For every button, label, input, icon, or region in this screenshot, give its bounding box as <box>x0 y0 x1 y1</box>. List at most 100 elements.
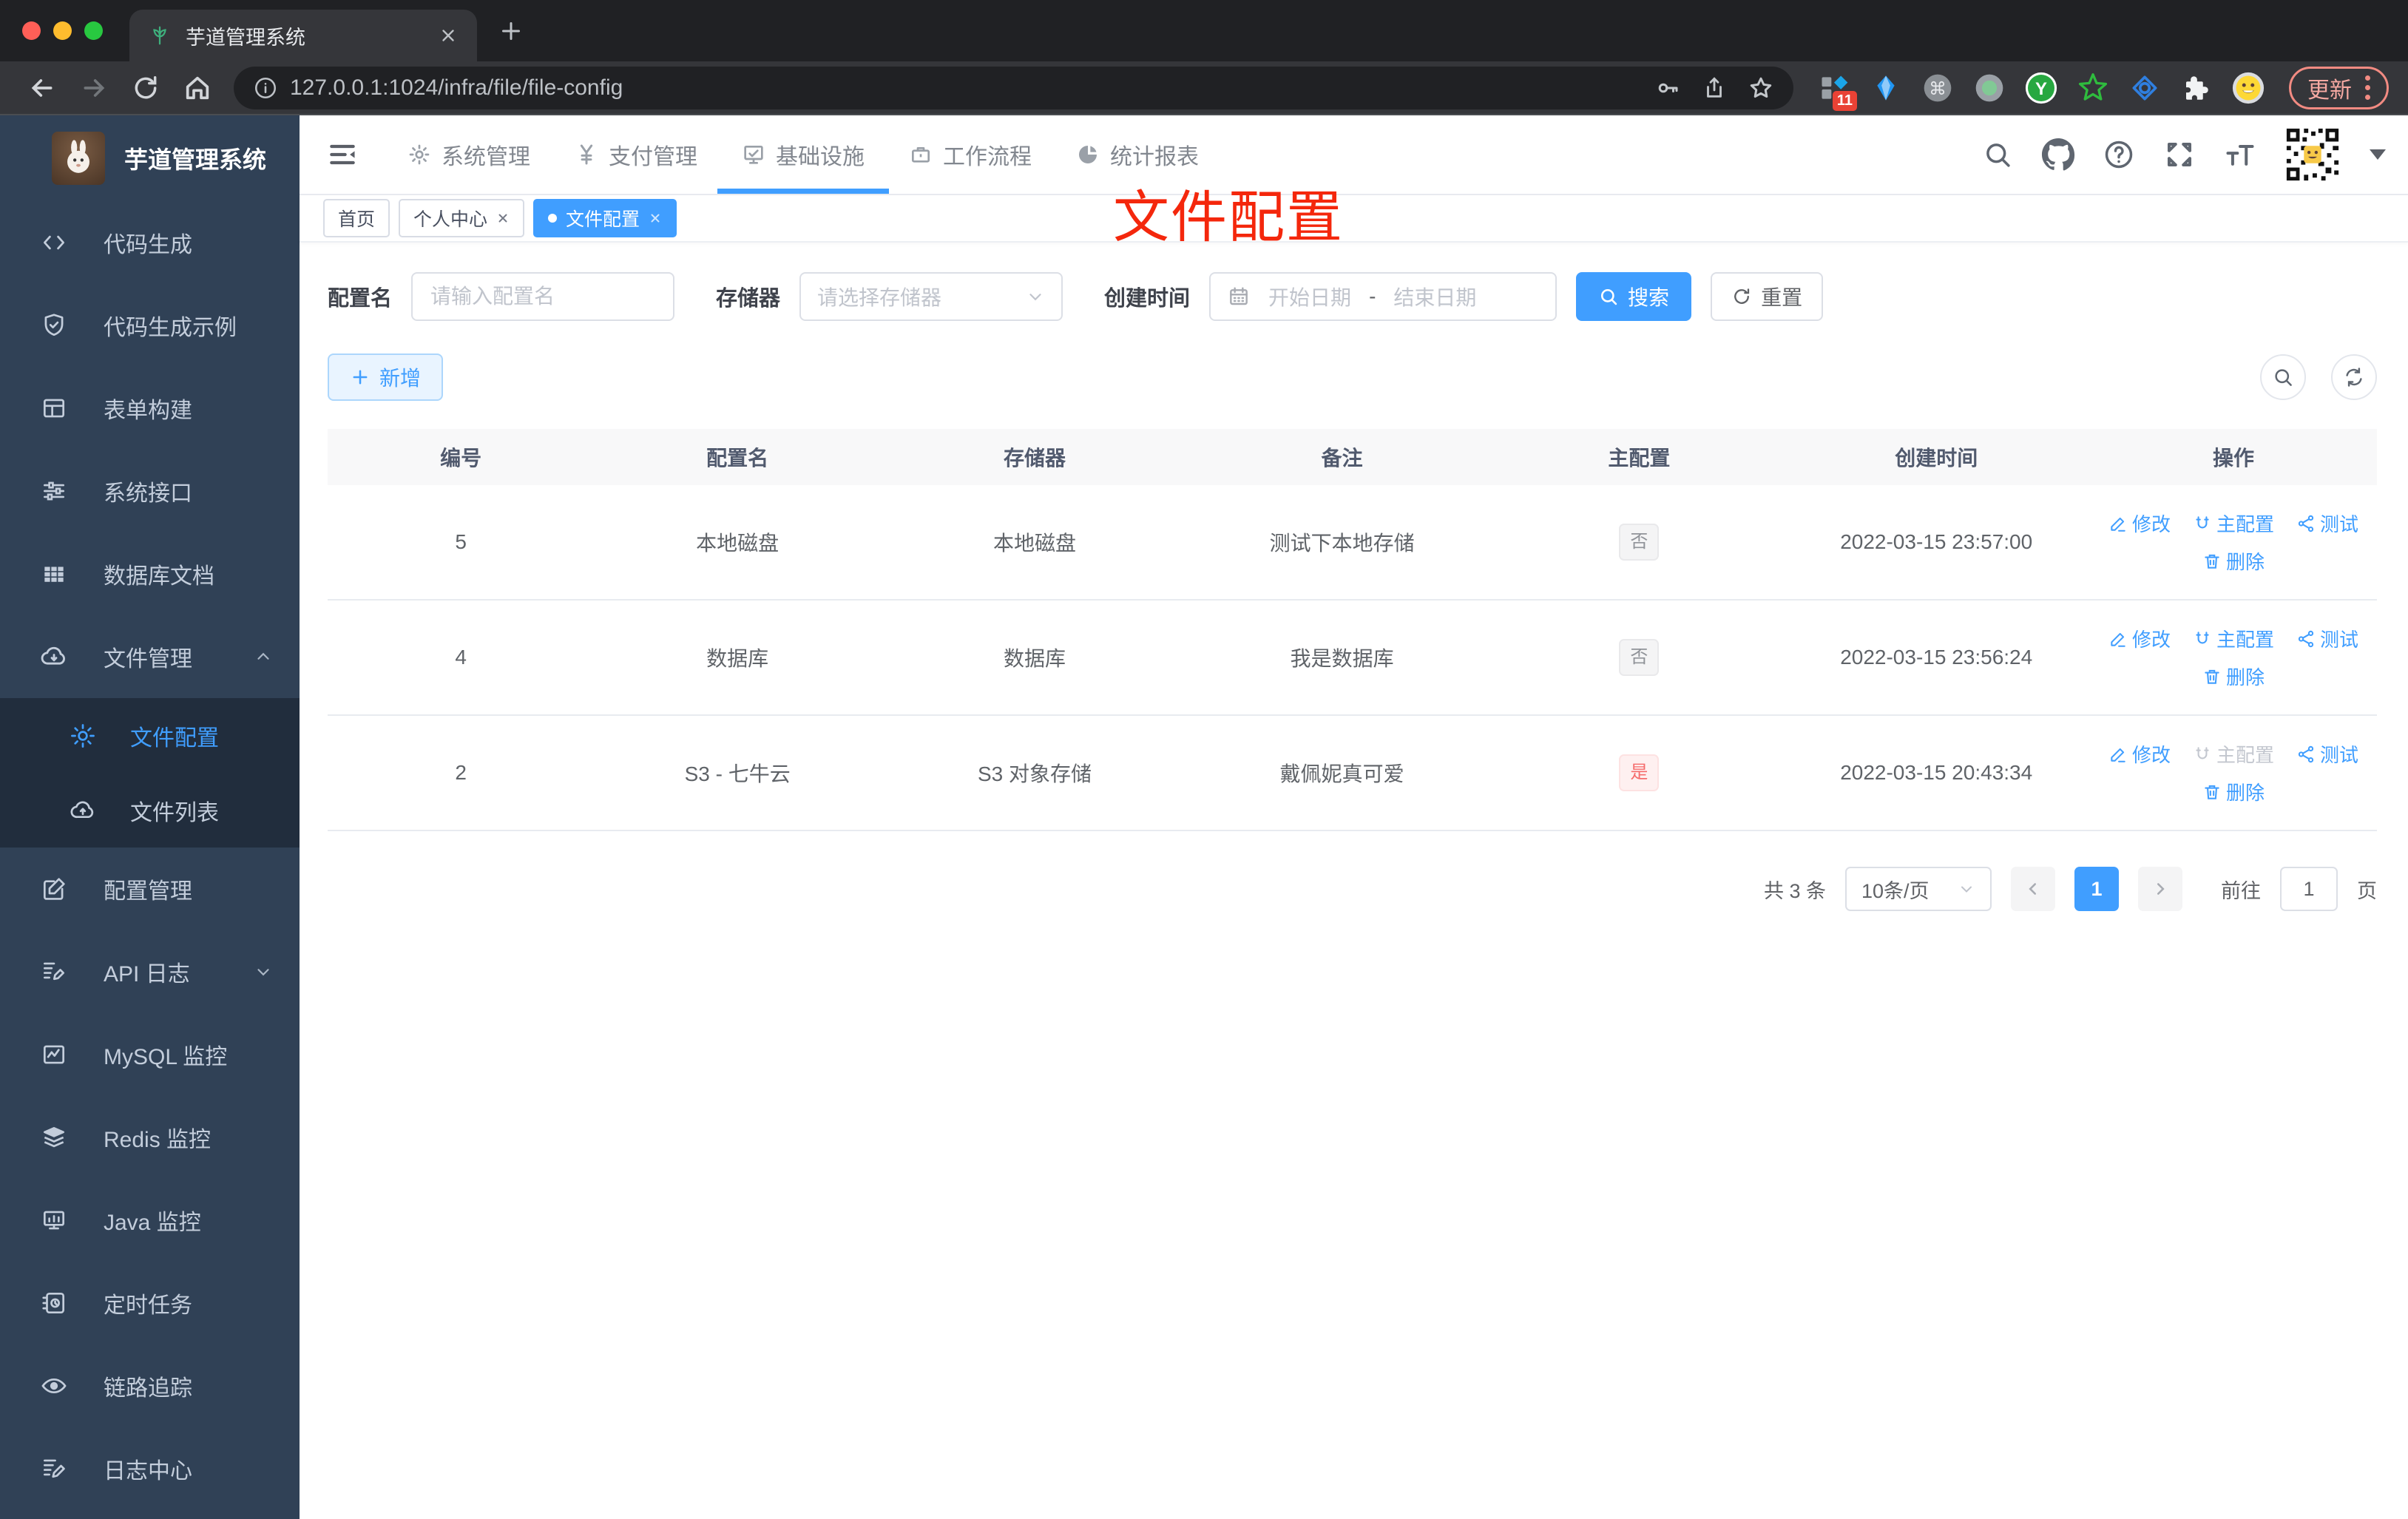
user-avatar-qr[interactable] <box>2284 126 2341 183</box>
sidebar-item-file-management[interactable]: 文件管理 <box>0 615 300 698</box>
add-button-label: 新增 <box>379 367 422 390</box>
gear-icon <box>68 721 98 751</box>
search-button[interactable]: 搜索 <box>1576 272 1692 321</box>
site-info-icon[interactable] <box>253 75 278 101</box>
layers-icon <box>38 1122 70 1153</box>
browser-tab[interactable]: 芋道管理系统 <box>129 10 477 61</box>
tag-close-icon[interactable] <box>496 212 510 225</box>
date-range-picker[interactable]: 开始日期 - 结束日期 <box>1209 272 1558 321</box>
back-icon[interactable] <box>19 65 65 111</box>
test-action[interactable]: 测试 <box>2296 740 2358 768</box>
menu-infrastructure[interactable]: 基础设施 <box>720 115 887 194</box>
url-text[interactable]: 127.0.0.1:1024/infra/file/file-config <box>290 75 1643 101</box>
avatar-dropdown-caret-icon[interactable] <box>2370 149 2386 160</box>
sidebar-item-code-example[interactable]: 代码生成示例 <box>0 284 300 367</box>
tag-file-config[interactable]: 文件配置 <box>533 199 677 237</box>
profile-smiley-avatar[interactable] <box>2231 71 2265 105</box>
forward-icon[interactable] <box>71 65 117 111</box>
extension-kite-icon[interactable] <box>1869 71 1903 105</box>
search-icon[interactable] <box>1981 138 2015 172</box>
share-icon[interactable] <box>1702 75 1727 101</box>
cell-created: 2022-03-15 20:43:34 <box>1840 761 2033 784</box>
edit-action[interactable]: 修改 <box>2108 510 2171 537</box>
cloud-download-icon <box>38 641 70 672</box>
sidebar-item-api-log[interactable]: API 日志 <box>0 930 300 1013</box>
sidebar-item-java-monitor[interactable]: Java 监控 <box>0 1179 300 1262</box>
extension-green-dot-icon[interactable] <box>1972 71 2006 105</box>
prev-page-button[interactable] <box>2011 867 2055 911</box>
storage-select[interactable]: 请选择存储器 <box>799 272 1063 321</box>
extension-star-outline-icon[interactable] <box>2076 71 2110 105</box>
font-size-icon[interactable] <box>2223 138 2257 172</box>
help-icon[interactable] <box>2102 138 2136 172</box>
test-action[interactable]: 测试 <box>2296 625 2358 652</box>
window-controls[interactable] <box>22 21 103 40</box>
edit-action[interactable]: 修改 <box>2108 625 2171 652</box>
cell-name: S3 - 七牛云 <box>684 762 791 785</box>
sidebar-item-redis-monitor[interactable]: Redis 监控 <box>0 1096 300 1179</box>
sidebar-item-log-center[interactable]: 日志中心 <box>0 1427 300 1510</box>
tab-close-icon[interactable] <box>439 26 458 45</box>
extension-command-icon[interactable]: ⌘ <box>1921 71 1955 105</box>
col-header-master: 主配置 <box>1608 447 1671 470</box>
delete-action[interactable]: 删除 <box>2202 663 2265 690</box>
refresh-table-button[interactable] <box>2331 354 2377 400</box>
config-name-input[interactable] <box>411 272 675 321</box>
current-page-button[interactable]: 1 <box>2074 867 2119 911</box>
close-window-button[interactable] <box>22 21 41 40</box>
extension-puzzle-icon[interactable] <box>2179 71 2213 105</box>
master-action[interactable]: 主配置 <box>2193 510 2274 537</box>
app-logo[interactable]: 芋道管理系统 <box>0 115 300 201</box>
bookmark-star-icon[interactable] <box>1748 75 1774 101</box>
github-icon[interactable] <box>2041 138 2075 172</box>
reload-icon[interactable] <box>123 65 169 111</box>
cell-created: 2022-03-15 23:57:00 <box>1840 530 2033 553</box>
browser-menu-icon[interactable] <box>2365 75 2370 100</box>
annotation-file-config: 文件配置 <box>1113 186 1344 249</box>
password-key-icon[interactable] <box>1654 75 1681 101</box>
edit-action[interactable]: 修改 <box>2108 740 2171 768</box>
sidebar-collapse-icon[interactable] <box>322 134 363 175</box>
reset-button[interactable]: 重置 <box>1711 272 1824 321</box>
config-name-label: 配置名 <box>328 287 393 311</box>
sidebar-item-tracing[interactable]: 链路追踪 <box>0 1344 300 1427</box>
menu-system-management[interactable]: 系统管理 <box>385 115 552 194</box>
extension-eye-circles-icon[interactable] <box>2128 71 2162 105</box>
cell-id: 5 <box>455 530 467 553</box>
sidebar-item-system-api[interactable]: 系统接口 <box>0 450 300 532</box>
browser-update-button[interactable]: 更新 <box>2289 66 2389 109</box>
fullscreen-icon[interactable] <box>2162 138 2196 172</box>
sidebar-item-label: 文件列表 <box>130 800 219 825</box>
tag-home[interactable]: 首页 <box>323 199 390 237</box>
sidebar-item-file-list[interactable]: 文件列表 <box>0 773 300 848</box>
tag-profile[interactable]: 个人中心 <box>399 199 525 237</box>
next-page-button[interactable] <box>2138 867 2182 911</box>
delete-action[interactable]: 删除 <box>2202 778 2265 805</box>
add-button[interactable]: 新增 <box>328 353 444 401</box>
minimize-window-button[interactable] <box>53 21 72 40</box>
goto-page-input[interactable] <box>2280 867 2338 911</box>
sidebar-item-scheduled-tasks[interactable]: 定时任务 <box>0 1262 300 1344</box>
menu-workflow[interactable]: 工作流程 <box>887 115 1054 194</box>
sidebar-item-config-management[interactable]: 配置管理 <box>0 848 300 930</box>
sidebar-item-db-doc[interactable]: 数据库文档 <box>0 532 300 615</box>
home-icon[interactable] <box>175 65 220 111</box>
form-icon <box>38 393 70 424</box>
menu-payment-management[interactable]: 支付管理 <box>552 115 720 194</box>
address-bar[interactable]: 127.0.0.1:1024/infra/file/file-config <box>234 66 1793 109</box>
delete-action[interactable]: 删除 <box>2202 547 2265 575</box>
page-size-select[interactable]: 10条/页 <box>1845 867 1992 911</box>
extension-tampermonkey-icon[interactable]: 11 <box>1817 71 1857 111</box>
maximize-window-button[interactable] <box>84 21 103 40</box>
tag-close-icon[interactable] <box>649 212 662 225</box>
sidebar-item-file-config[interactable]: 文件配置 <box>0 698 300 773</box>
toggle-search-button[interactable] <box>2260 354 2306 400</box>
extension-y-icon[interactable]: Y <box>2024 71 2058 105</box>
cell-remark: 测试下本地存储 <box>1269 532 1415 555</box>
sidebar-item-mysql-monitor[interactable]: MySQL 监控 <box>0 1013 300 1096</box>
sidebar-item-form-builder[interactable]: 表单构建 <box>0 367 300 450</box>
master-action[interactable]: 主配置 <box>2193 625 2274 652</box>
sidebar-item-code-generation[interactable]: 代码生成 <box>0 201 300 284</box>
new-tab-button[interactable] <box>498 18 524 44</box>
test-action[interactable]: 测试 <box>2296 510 2358 537</box>
